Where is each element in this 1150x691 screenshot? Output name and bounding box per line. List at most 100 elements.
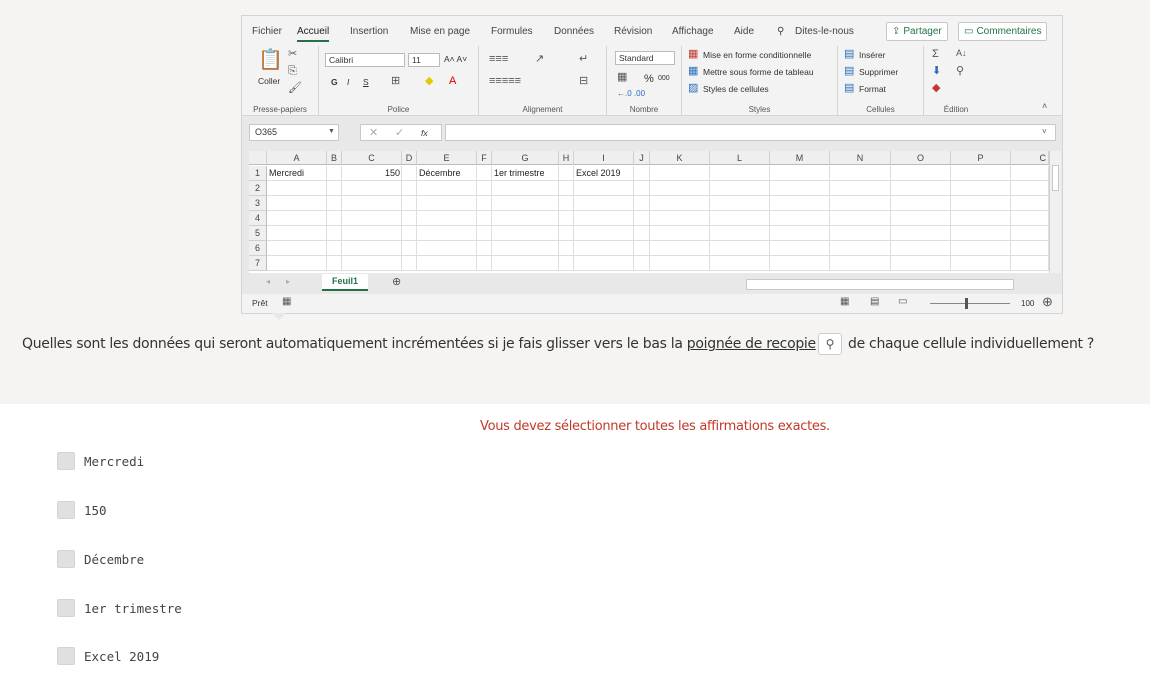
clear-icon: ◆ [932,82,941,94]
vscroll-thumb [1052,165,1059,191]
answer-option[interactable]: Décembre [57,549,144,569]
col-header: F [477,151,492,165]
group-label-cells: Cellules [866,105,895,114]
answer-option[interactable]: 150 [57,500,107,520]
format-icon: ▤ [844,82,855,94]
grid-cell [267,196,327,211]
row-header: 5 [249,226,267,241]
answer-checkbox[interactable] [57,647,75,665]
add-sheet-icon: ⊕ [392,276,402,288]
answer-option[interactable]: Mercredi [57,451,144,471]
cut-icon: ✂ [288,48,298,60]
grid-cell [1011,166,1049,181]
grid-cell [1011,226,1049,241]
answer-label[interactable]: Décembre [84,552,144,567]
grid-cell [574,256,634,271]
horizontal-scrollbar [746,279,1014,290]
grid-cell [634,196,650,211]
grid-cell [1011,181,1049,196]
glossary-link[interactable]: poignée de recopie [687,336,816,352]
grid-cell [477,211,492,226]
grid-cell [559,211,574,226]
answer-label[interactable]: Excel 2019 [84,649,159,664]
font-size-box: 11 [408,53,440,67]
find-icon: ⚲ [956,65,965,77]
zoom-slider-thumb [965,298,968,309]
cell-e1: Décembre [419,168,461,178]
instruction-text: Vous devez sélectionner toutes les affir… [480,419,830,434]
answer-checkbox[interactable] [57,452,75,470]
grid-cell [402,166,417,181]
grid-cell [327,181,342,196]
grid-cell [1011,196,1049,211]
grid-cell [830,196,891,211]
grid-cell [477,241,492,256]
macro-record-icon: ▦ [282,296,292,307]
group-number: Standard ▦ % 000 ←.0 .00 Nombre [607,46,682,116]
answer-checkbox[interactable] [57,550,75,568]
cell-styles-label: Styles de cellules [703,84,769,94]
grid-cell [830,226,891,241]
number-format-box: Standard [615,51,675,65]
enter-icon: ✓ [395,127,405,139]
col-header: I [574,151,634,165]
sheet-tab-bar: ◂ ▸ Feuil1 ⊕ [242,274,1062,294]
cell-styles-icon: ▨ [688,82,699,94]
grid-cell [267,256,327,271]
grid-cell [342,196,402,211]
grid-cell [891,166,951,181]
menu-insertion: Insertion [350,26,389,37]
row-header: 3 [249,196,267,211]
answer-checkbox[interactable] [57,501,75,519]
cell-c1: 150 [384,168,400,178]
percent-icon: % [644,73,654,85]
search-icon[interactable]: ⚲ [817,333,842,355]
grid-cell [770,241,830,256]
answer-option[interactable]: Excel 2019 [57,646,159,666]
border-icon: ⊞ [391,75,401,87]
underline-icon: S [363,77,369,87]
formula-bar: O365 ▼ ✕ ✓ fx ˅ [242,117,1062,147]
row-header: 1 [249,166,267,181]
question-after: de chaque cellule individuellement ? [843,336,1095,352]
orientation-icon: ↗ [535,53,545,65]
col-header: B [327,151,342,165]
prev-sheet-icon: ◂ [266,277,271,286]
col-header: K [650,151,710,165]
grid-cell [830,256,891,271]
insert-icon: ▤ [844,48,855,60]
group-label-editing: Édition [943,105,969,114]
zoom-slider [930,303,1010,304]
grid-cell [342,181,402,196]
col-header: P [951,151,1011,165]
group-cells: ▤ Insérer ▤ Supprimer ▤ Format Cellules [838,46,924,116]
group-label-clipboard: Presse-papiers [253,105,307,114]
grid-cell [492,226,559,241]
answer-label[interactable]: Mercredi [84,454,144,469]
col-header: A [267,151,327,165]
grid-cell [327,211,342,226]
select-all-corner [249,151,267,165]
menu-formules: Formules [491,26,533,37]
answer-label[interactable]: 150 [84,503,107,518]
grid-cell [650,256,710,271]
grid-cell [342,256,402,271]
answer-checkbox[interactable] [57,599,75,617]
delete-icon: ▤ [844,65,855,77]
menu-aide: Aide [734,26,755,37]
row-header: 6 [249,241,267,256]
excel-menu-bar: Fichier Accueil Insertion Mise en page F… [242,16,1062,46]
spreadsheet-grid: A B C D E F G H I J K L M N O P C 1 2 3 … [249,151,1061,273]
share-icon: ⇪ [892,26,901,37]
grid-cell [417,181,477,196]
wrap-text-icon: ↵ [579,53,589,65]
collapse-ribbon-icon: ˄ [1042,101,1048,111]
grid-cell [477,256,492,271]
grid-cell [710,226,770,241]
answer-label[interactable]: 1er trimestre [84,601,182,616]
grid-cell [402,226,417,241]
currency-icon: ▦ [617,71,628,83]
answer-option[interactable]: 1er trimestre [57,598,182,618]
grid-cell [770,256,830,271]
grid-cell [574,241,634,256]
